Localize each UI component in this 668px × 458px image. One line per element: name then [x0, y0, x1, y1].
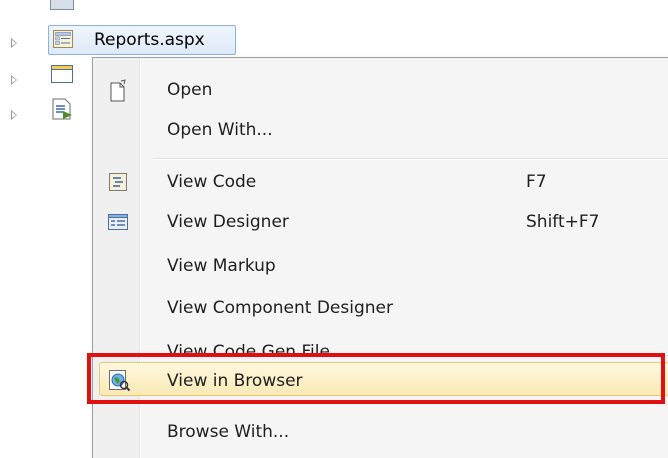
tree-item-label: Reports.aspx	[94, 30, 205, 50]
menu-item-view-component-designer[interactable]: View Component Designer	[93, 288, 668, 328]
tree-row-cut	[50, 0, 300, 10]
annotation-highlight-box	[87, 353, 665, 404]
menu-item-view-markup[interactable]: View Markup	[93, 246, 668, 286]
menu-item-shortcut: Shift+F7	[526, 212, 600, 232]
aspx-page-icon	[53, 30, 73, 48]
menu-item-label: View Markup	[167, 256, 276, 276]
menu-item-open[interactable]: Open	[93, 70, 668, 110]
menu-item-label: View Code	[167, 172, 257, 192]
menu-item-label: Browse With...	[167, 424, 290, 440]
menu-item-view-code[interactable]: View Code F7	[93, 162, 668, 202]
menu-item-label: Open With...	[167, 120, 273, 140]
script-file-icon[interactable]	[50, 98, 74, 120]
expand-arrow-icon[interactable]	[11, 38, 17, 48]
view-designer-icon	[108, 214, 128, 230]
tree-item-reports-aspx[interactable]: Reports.aspx	[48, 25, 236, 55]
menu-item-label: View Component Designer	[167, 298, 393, 318]
expand-arrow-icon[interactable]	[11, 110, 17, 120]
open-file-icon	[110, 79, 126, 102]
menu-item-view-designer[interactable]: View Designer Shift+F7	[93, 202, 668, 242]
form-file-icon[interactable]	[50, 63, 74, 85]
expand-arrow-icon[interactable]	[11, 75, 17, 85]
menu-item-label: View Designer	[167, 212, 289, 232]
menu-item-label: Open	[167, 80, 213, 100]
menu-item-shortcut: F7	[526, 172, 547, 192]
menu-item-browse-with-partial[interactable]: Browse With...	[93, 424, 668, 440]
menu-separator	[153, 158, 668, 160]
menu-item-open-with[interactable]: Open With...	[93, 110, 668, 150]
view-code-icon	[109, 173, 127, 191]
file-icon	[50, 0, 74, 10]
